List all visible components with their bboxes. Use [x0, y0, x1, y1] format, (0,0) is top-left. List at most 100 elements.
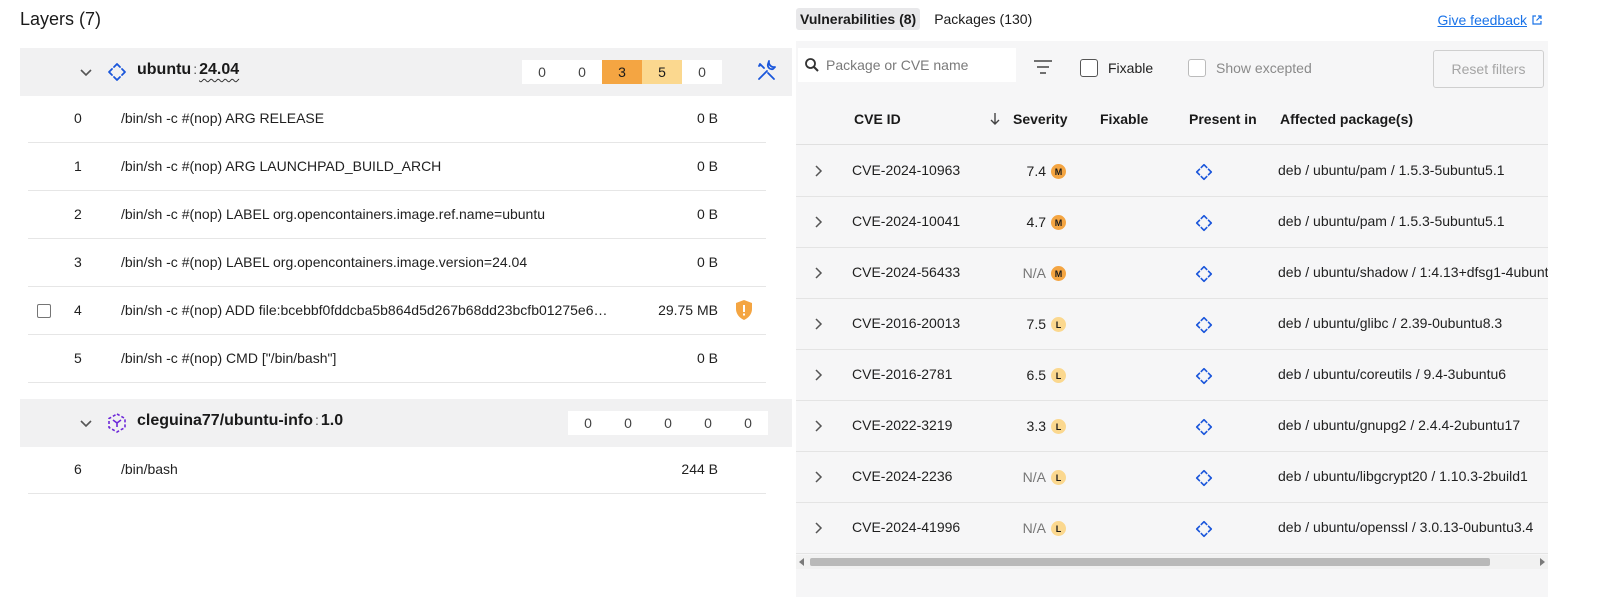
- medium-count: 0: [664, 415, 672, 431]
- high-count: 0: [624, 415, 632, 431]
- severity-score: 6.5: [1026, 367, 1046, 383]
- layer-index: 4: [74, 302, 82, 318]
- chevron-right-icon[interactable]: [813, 368, 823, 382]
- base-image-icon: [1195, 163, 1213, 181]
- layers-panel: Layers (7) ubuntu : 24.04 0 0 3 5 0 0 /b…: [0, 0, 792, 597]
- layer-command: /bin/sh -c #(nop) ADD file:bcebbf0fddcba…: [121, 302, 608, 318]
- layer-index: 1: [74, 158, 82, 174]
- vulnerability-row[interactable]: CVE-2016-20013 7.5 Ldeb / ubuntu/glibc / 2…: [796, 299, 1548, 350]
- severity-badge: M: [1051, 164, 1066, 179]
- chevron-down-icon[interactable]: [76, 413, 96, 433]
- table-footer: [796, 569, 1548, 597]
- show-excepted-checkbox[interactable]: [1188, 59, 1206, 77]
- image-tag: 1.0: [320, 412, 344, 429]
- layer-row[interactable]: 4 /bin/sh -c #(nop) ADD file:bcebbf0fddc…: [28, 287, 766, 335]
- search-icon: [805, 58, 819, 72]
- column-severity[interactable]: Severity: [1013, 111, 1067, 127]
- sort-descending-icon[interactable]: [989, 112, 1001, 126]
- image-name: ubuntu: [137, 61, 192, 78]
- column-fixable[interactable]: Fixable: [1100, 111, 1148, 127]
- severity-score: N/A: [1022, 469, 1046, 485]
- medium-count: 3: [602, 60, 642, 84]
- layer-row[interactable]: 3 /bin/sh -c #(nop) LABEL org.opencontai…: [28, 239, 766, 287]
- filter-icon[interactable]: [1032, 58, 1054, 76]
- base-image-icon: [1195, 316, 1213, 334]
- layer-group-name: ubuntu : 24.04: [137, 61, 239, 79]
- search-box[interactable]: [798, 48, 1016, 82]
- chevron-right-icon[interactable]: [813, 317, 823, 331]
- severity-score: 4.7: [1026, 214, 1046, 230]
- column-affected-packages[interactable]: Affected package(s): [1280, 111, 1413, 127]
- fixable-checkbox[interactable]: [1080, 59, 1098, 77]
- image-name: cleguina77/ubuntu-info: [137, 412, 313, 429]
- critical-count: 0: [538, 64, 546, 80]
- scrollbar-thumb[interactable]: [810, 558, 1490, 566]
- layer-command: /bin/sh -c #(nop) ARG RELEASE: [121, 110, 325, 126]
- vulnerability-row[interactable]: CVE-2022-3219 3.3 Ldeb / ubuntu/gnupg2 / 2…: [796, 401, 1548, 452]
- layer-size: 0 B: [696, 158, 718, 174]
- layer-index: 0: [74, 110, 82, 126]
- vulnerability-row[interactable]: CVE-2024-2236 N/A Ldeb / ubuntu/libgcrypt2…: [796, 452, 1548, 503]
- layer-command: /bin/sh -c #(nop) CMD ["/bin/bash"]: [121, 350, 337, 366]
- layer-command: /bin/sh -c #(nop) LABEL org.opencontaine…: [121, 206, 546, 222]
- cve-id: CVE-2016-20013: [852, 315, 961, 331]
- vulnerability-row[interactable]: CVE-2024-10963 7.4 Mdeb / ubuntu/pam / 1.5…: [796, 146, 1548, 197]
- layer-checkbox[interactable]: [37, 304, 51, 318]
- layer-size: 0 B: [696, 206, 718, 222]
- severity-badge: L: [1051, 317, 1066, 332]
- chevron-right-icon[interactable]: [813, 215, 823, 229]
- severity-badge: L: [1051, 470, 1066, 485]
- layer-row[interactable]: 5 /bin/sh -c #(nop) CMD ["/bin/bash"] 0 …: [28, 335, 766, 383]
- vulnerabilities-panel: Vulnerabilities (8) Packages (130) Give …: [796, 0, 1601, 597]
- scroll-left-icon[interactable]: [799, 558, 804, 566]
- give-feedback-link[interactable]: Give feedback: [1438, 12, 1544, 28]
- vulnerability-row[interactable]: CVE-2024-10041 4.7 Mdeb / ubuntu/pam / 1.5…: [796, 197, 1548, 248]
- show-excepted-filter[interactable]: Show excepted: [1188, 59, 1312, 77]
- vulnerability-row[interactable]: CVE-2024-41996 N/A Ldeb / ubuntu/openssl /…: [796, 503, 1548, 554]
- high-count: 0: [578, 64, 586, 80]
- horizontal-scrollbar[interactable]: [796, 555, 1548, 569]
- affected-package: deb / ubuntu/gnupg2 / 2.4.4-2ubuntu17: [1278, 417, 1521, 433]
- chevron-down-icon[interactable]: [76, 62, 96, 82]
- cve-id: CVE-2016-2781: [852, 366, 953, 382]
- reset-filters-button[interactable]: Reset filters: [1433, 50, 1544, 88]
- tag-separator: :: [193, 61, 198, 77]
- layer-group-header-ubuntu-info[interactable]: cleguina77/ubuntu-info : 1.0 0 0 0 0 0: [20, 399, 792, 447]
- give-feedback-label: Give feedback: [1437, 12, 1528, 28]
- cve-id: CVE-2024-2236: [852, 468, 953, 484]
- layer-row[interactable]: 6 /bin/bash 244 B: [28, 446, 766, 494]
- chevron-right-icon[interactable]: [813, 266, 823, 280]
- tools-icon[interactable]: [756, 60, 778, 82]
- layer-command: /bin/sh -c #(nop) ARG LAUNCHPAD_BUILD_AR…: [121, 158, 442, 174]
- severity-badge: M: [1051, 215, 1066, 230]
- unspecified-count: 0: [698, 64, 706, 80]
- layer-group-header-ubuntu[interactable]: ubuntu : 24.04 0 0 3 5 0: [20, 48, 792, 96]
- tab-packages[interactable]: Packages (130): [930, 8, 1036, 30]
- cve-id: CVE-2024-41996: [852, 519, 961, 535]
- severity-badge: L: [1051, 368, 1066, 383]
- chevron-right-icon[interactable]: [813, 419, 823, 433]
- image-tag: 24.04: [199, 61, 240, 78]
- severity-badge: M: [1051, 266, 1066, 281]
- layer-row[interactable]: 2 /bin/sh -c #(nop) LABEL org.opencontai…: [28, 191, 766, 239]
- scroll-right-icon[interactable]: [1540, 558, 1545, 566]
- low-count: 5: [642, 60, 682, 84]
- layers-title: Layers (7): [20, 9, 102, 29]
- chevron-right-icon[interactable]: [813, 470, 823, 484]
- external-link-icon: [1532, 15, 1542, 25]
- affected-package: deb / ubuntu/coreutils / 9.4-3ubuntu6: [1278, 366, 1507, 382]
- cve-id: CVE-2022-3219: [852, 417, 953, 433]
- search-input[interactable]: [826, 57, 1006, 73]
- vulnerability-row[interactable]: CVE-2016-2781 6.5 Ldeb / ubuntu/coreutils …: [796, 350, 1548, 401]
- column-cve-id[interactable]: CVE ID: [854, 111, 901, 127]
- severity-score: 7.5: [1026, 316, 1046, 332]
- vulnerability-row[interactable]: CVE-2024-56433 N/A Mdeb / ubuntu/shadow / …: [796, 248, 1548, 299]
- chevron-right-icon[interactable]: [813, 521, 823, 535]
- chevron-right-icon[interactable]: [813, 164, 823, 178]
- column-present-in[interactable]: Present in: [1189, 111, 1257, 127]
- tab-vulnerabilities[interactable]: Vulnerabilities (8): [796, 8, 921, 30]
- layer-row[interactable]: 0 /bin/sh -c #(nop) ARG RELEASE 0 B: [28, 95, 766, 143]
- affected-package: deb / ubuntu/libgcrypt20 / 1.10.3-2build…: [1278, 468, 1528, 484]
- fixable-filter[interactable]: Fixable: [1080, 59, 1153, 77]
- layer-row[interactable]: 1 /bin/sh -c #(nop) ARG LAUNCHPAD_BUILD_…: [28, 143, 766, 191]
